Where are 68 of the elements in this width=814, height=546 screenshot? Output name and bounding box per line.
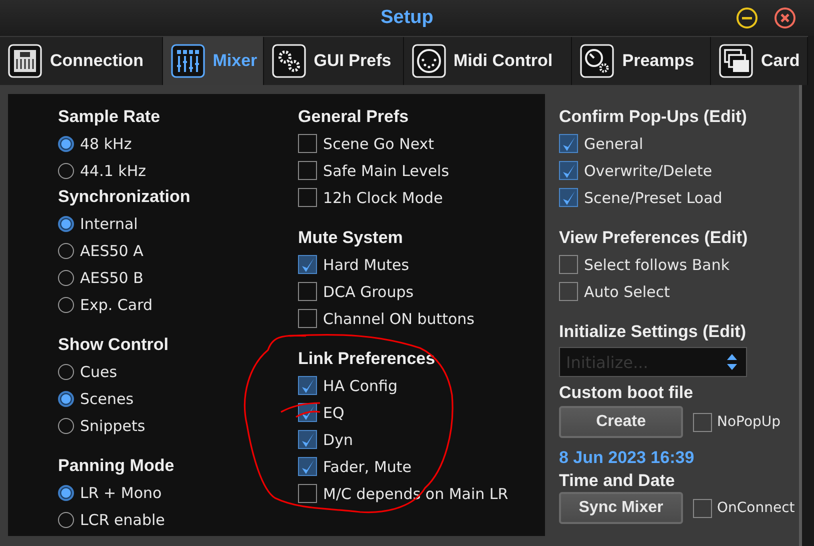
checkbox-option[interactable]: Channel ON buttons: [298, 305, 474, 332]
checkbox-option[interactable]: Scene Go Next: [298, 130, 434, 157]
section-heading: Sample Rate: [58, 106, 160, 128]
checkbox-option[interactable]: EQ: [298, 399, 344, 426]
section-heading: Time and Date: [559, 470, 675, 492]
radio-option[interactable]: Internal: [58, 210, 138, 237]
section-heading: Synchronization: [58, 186, 190, 208]
radio-option[interactable]: Exp. Card: [58, 291, 153, 318]
radio-option[interactable]: 48 kHz: [58, 130, 132, 157]
radio-option[interactable]: AES50 A: [58, 237, 144, 264]
section-heading: Mute System: [298, 227, 403, 249]
faders-icon: [170, 44, 205, 78]
section-heading: Custom boot file: [559, 382, 694, 404]
checkmark-icon: [300, 404, 315, 420]
checkbox-option[interactable]: M/C depends on Main LR: [298, 480, 508, 507]
radio-option[interactable]: Scenes: [58, 385, 134, 412]
tab[interactable]: Card: [711, 37, 808, 85]
checkmark-icon: [300, 458, 315, 474]
checkbox-option[interactable]: 12h Clock Mode: [298, 184, 443, 211]
radio-option[interactable]: 44.1 kHz: [58, 157, 146, 184]
checkbox-option[interactable]: NoPopUp: [693, 408, 781, 436]
checkbox-option[interactable]: DCA Groups: [298, 278, 414, 305]
checkbox-option[interactable]: Select follows Bank: [559, 251, 730, 278]
minimize-icon[interactable]: [736, 7, 758, 29]
cards-icon: [719, 44, 754, 78]
tab[interactable]: Mixer: [162, 37, 264, 85]
date-time-text: 8 Jun 2023 16:39: [559, 447, 694, 469]
section-heading: Link Preferences: [298, 348, 436, 370]
section-heading: General Prefs: [298, 106, 409, 128]
tab[interactable]: Midi Control: [404, 37, 572, 85]
checkbox-option[interactable]: Fader, Mute: [298, 453, 412, 480]
radio-option[interactable]: AES50 B: [58, 264, 144, 291]
radio-option[interactable]: Cues: [58, 358, 118, 385]
section-heading: Show Control: [58, 334, 168, 356]
checkbox-option[interactable]: Auto Select: [559, 278, 670, 305]
radio-option[interactable]: Snippets: [58, 412, 146, 439]
checkmark-icon: [300, 256, 315, 272]
close-icon[interactable]: [774, 7, 796, 29]
window-title: Setup: [380, 7, 434, 29]
tab[interactable]: GUI Prefs: [264, 37, 404, 85]
checkmark-icon: [562, 190, 576, 206]
section-heading: Confirm Pop-Ups (Edit): [559, 106, 747, 128]
radio-option[interactable]: LCR enable: [58, 506, 165, 533]
checkmark-icon: [300, 378, 315, 394]
checkbox-option[interactable]: Dyn: [298, 426, 353, 453]
stepper-icon: [726, 353, 738, 371]
checkbox-option[interactable]: General: [559, 130, 644, 157]
console-icon: [8, 44, 42, 78]
checkmark-icon: [562, 136, 576, 152]
section-heading: Panning Mode: [58, 455, 174, 477]
tab[interactable]: Preamps: [572, 37, 712, 85]
gears-icon: [272, 44, 306, 78]
create-button[interactable]: Create: [559, 406, 683, 438]
checkbox-option[interactable]: Scene/Preset Load: [559, 184, 722, 211]
sync-mixer-button[interactable]: Sync Mixer: [559, 492, 683, 524]
checkbox-option[interactable]: OnConnect: [693, 494, 795, 522]
checkbox-option[interactable]: Safe Main Levels: [298, 157, 450, 184]
checkmark-icon: [300, 432, 315, 448]
checkbox-option[interactable]: HA Config: [298, 372, 398, 399]
midi-connector-icon: [412, 44, 446, 78]
tab[interactable]: Connection: [0, 37, 163, 85]
checkmark-icon: [562, 162, 576, 178]
section-heading: Initialize Settings (Edit): [559, 321, 746, 343]
checkbox-option[interactable]: Overwrite/Delete: [559, 157, 712, 184]
radio-option[interactable]: LR + Mono: [58, 479, 162, 506]
checkbox-option[interactable]: Hard Mutes: [298, 251, 410, 278]
section-heading: View Preferences (Edit): [559, 227, 748, 249]
knob-gear-icon: [580, 44, 614, 78]
